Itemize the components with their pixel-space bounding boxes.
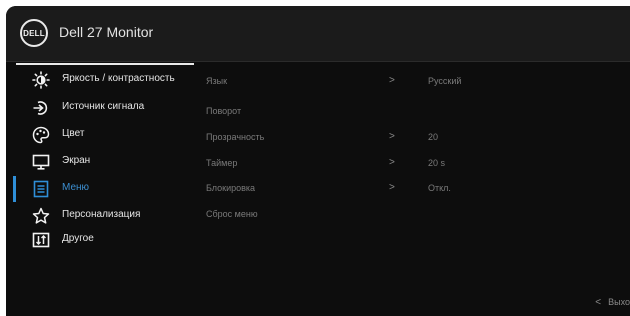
chevron-left-icon: < [595, 297, 602, 308]
active-item-underline [16, 63, 194, 65]
exit-button[interactable]: < Выхо [595, 297, 630, 308]
chevron-right-icon: > [389, 182, 395, 193]
option-lock[interactable]: Блокировка > Откл. [206, 180, 626, 200]
option-menu-reset[interactable]: Сброс меню [206, 206, 626, 226]
option-timer[interactable]: Таймер > 20 s [206, 155, 626, 175]
option-value: Откл. [428, 183, 451, 193]
input-source-icon [32, 99, 50, 117]
exit-label: Выхо [608, 297, 630, 307]
menu-icon [32, 180, 50, 198]
menu-item-label: Экран [62, 155, 91, 166]
menu-item-personalize[interactable]: Персонализация [6, 204, 196, 230]
menu-item-color[interactable]: Цвет [6, 123, 196, 149]
chevron-right-icon: > [389, 157, 395, 168]
other-icon [32, 231, 50, 249]
option-label: Прозрачность [206, 132, 265, 142]
option-value: Русский [428, 76, 462, 86]
option-transparency[interactable]: Прозрачность > 20 [206, 129, 626, 149]
menu-item-label: Цвет [62, 128, 85, 139]
chevron-right-icon: > [389, 75, 395, 86]
menu-item-menu[interactable]: Меню [6, 177, 196, 203]
menu-item-label: Яркость / контрастность [62, 73, 175, 84]
menu-item-label: Другое [62, 233, 94, 244]
menu-item-brightness-contrast[interactable]: Яркость / контрастность [6, 68, 196, 94]
option-label: Таймер [206, 158, 238, 168]
chevron-right-icon: > [389, 131, 395, 142]
option-label: Поворот [206, 106, 242, 116]
monitor-osd-panel: DELL Dell 27 Monitor Яркость / контрастн… [6, 6, 630, 316]
menu-item-input-source[interactable]: Источник сигнала [6, 96, 196, 122]
option-value: 20 s [428, 158, 446, 168]
option-label: Сброс меню [206, 209, 258, 219]
menu-item-label: Персонализация [62, 209, 141, 220]
osd-header: DELL Dell 27 Monitor [6, 6, 630, 62]
color-palette-icon [32, 126, 50, 144]
option-value: 20 [428, 132, 439, 142]
monitor-title: Dell 27 Monitor [59, 24, 154, 40]
brightness-icon [32, 71, 50, 89]
menu-item-label: Источник сигнала [62, 101, 145, 112]
menu-item-other[interactable]: Другое [6, 228, 196, 254]
option-label: Блокировка [206, 183, 256, 193]
star-icon [32, 207, 50, 225]
display-icon [32, 153, 50, 171]
option-language[interactable]: Язык > Русский [206, 73, 626, 93]
option-label: Язык [206, 76, 228, 86]
menu-item-display[interactable]: Экран [6, 150, 196, 176]
dell-logo: DELL [20, 19, 48, 47]
option-rotation[interactable]: Поворот [206, 103, 626, 123]
menu-item-label: Меню [62, 182, 90, 193]
